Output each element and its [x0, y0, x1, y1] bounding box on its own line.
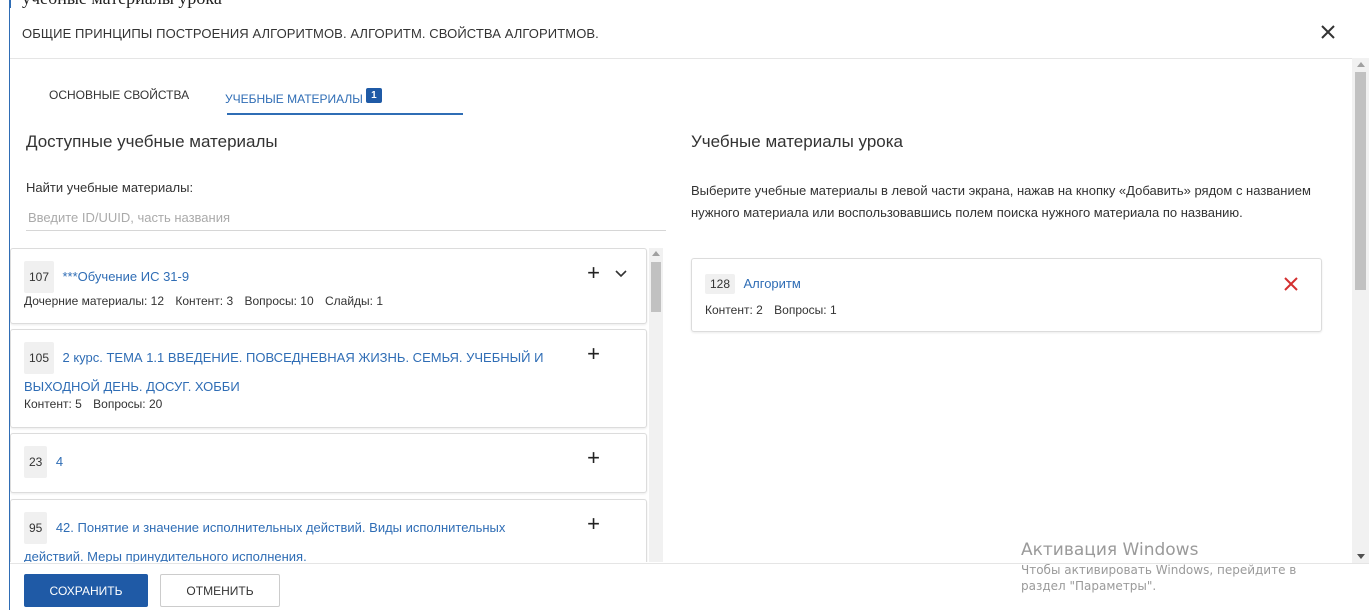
item-header: 23 4 [24, 446, 544, 478]
materials-dialog: ОБЩИЕ ПРИНЦИПЫ ПОСТРОЕНИЯ АЛГОРИТМОВ. АЛ… [10, 8, 1369, 611]
windows-activation-watermark: Активация Windows Чтобы активировать Win… [1021, 538, 1296, 594]
item-id: 95 [24, 512, 48, 544]
dialog-scrollbar[interactable] [1352, 58, 1369, 563]
stat-questions: Вопросы: 1 [774, 303, 837, 317]
lesson-materials-title: Учебные материалы урока [691, 132, 904, 151]
stat-content: Контент: 2 [705, 303, 763, 317]
active-tab-indicator [227, 113, 463, 115]
tab-label: ОСНОВНЫЕ СВОЙСТВА [49, 88, 190, 102]
tab-count-badge: 1 [365, 88, 382, 103]
tab-label: УЧЕБНЫЕ МАТЕРИАЛЫ [225, 92, 363, 106]
watermark-title: Активация Windows [1021, 540, 1199, 560]
search-input[interactable] [26, 204, 666, 231]
cancel-button[interactable]: ОТМЕНИТЬ [160, 574, 280, 607]
stat-content: Контент: 5 [24, 397, 82, 411]
item-title-link[interactable]: 42. Понятие и значение исполнительных де… [24, 520, 505, 562]
save-button[interactable]: СОХРАНИТЬ [24, 574, 148, 607]
stat-slides: Слайды: 1 [325, 294, 384, 308]
scroll-up-arrow-icon[interactable] [1357, 62, 1365, 67]
tab-learning-materials[interactable]: УЧЕБНЫЕ МАТЕРИАЛЫ 1 [225, 88, 382, 106]
item-id: 23 [24, 446, 48, 478]
list-scrollbar[interactable] [649, 248, 663, 562]
add-plus-icon[interactable]: + [587, 343, 600, 365]
list-item: 105 2 курс. ТЕМА 1.1 ВВЕДЕНИЕ. ПОВСЕДНЕВ… [10, 329, 647, 428]
tab-main-properties[interactable]: ОСНОВНЫЕ СВОЙСТВА [49, 88, 189, 102]
watermark-line-1: Чтобы активировать Windows, перейдите в [1021, 563, 1297, 577]
remove-icon[interactable] [1283, 276, 1299, 292]
dialog-title: ОБЩИЕ ПРИНЦИПЫ ПОСТРОЕНИЯ АЛГОРИТМОВ. АЛ… [22, 26, 599, 41]
list-item: 107 ***Обучение ИС 31-9 Дочерние материа… [10, 248, 647, 324]
item-header: 105 2 курс. ТЕМА 1.1 ВВЕДЕНИЕ. ПОВСЕДНЕВ… [24, 342, 544, 400]
item-header: 95 42. Понятие и значение исполнительных… [24, 512, 544, 562]
close-icon[interactable] [1318, 22, 1338, 42]
background-text-sliver: учебные материалы урока [22, 0, 422, 8]
scroll-up-arrow-icon[interactable] [652, 251, 660, 256]
item-title-link[interactable]: 2 курс. ТЕМА 1.1 ВВЕДЕНИЕ. ПОВСЕДНЕВНАЯ … [24, 350, 543, 394]
available-materials-title: Доступные учебные материалы [26, 132, 278, 151]
add-plus-icon[interactable]: + [587, 262, 600, 284]
item-title-link[interactable]: ***Обучение ИС 31-9 [62, 269, 189, 284]
item-stats: Контент: 2 Вопросы: 1 [705, 303, 845, 317]
scrollbar-thumb[interactable] [651, 262, 661, 312]
scrollbar-thumb[interactable] [1355, 72, 1366, 290]
stat-questions: Вопросы: 10 [244, 294, 314, 308]
dialog-header: ОБЩИЕ ПРИНЦИПЫ ПОСТРОЕНИЯ АЛГОРИТМОВ. АЛ… [10, 8, 1352, 59]
add-plus-icon[interactable]: + [587, 447, 600, 469]
item-stats: Дочерние материалы: 12 Контент: 3 Вопрос… [24, 294, 391, 308]
list-item: 95 42. Понятие и значение исполнительных… [10, 499, 647, 562]
item-id: 128 [705, 274, 736, 294]
scroll-down-arrow-icon[interactable] [1357, 554, 1365, 559]
chevron-down-icon[interactable] [614, 263, 628, 283]
stat-questions: Вопросы: 20 [93, 397, 163, 411]
item-header: 128 Алгоритм [705, 271, 801, 297]
stat-children: Дочерние материалы: 12 [24, 294, 164, 308]
available-materials-list: 107 ***Обучение ИС 31-9 Дочерние материа… [10, 248, 660, 562]
stat-content: Контент: 3 [175, 294, 234, 308]
item-header: 107 ***Обучение ИС 31-9 [24, 261, 544, 293]
lesson-instructions: Выберите учебные материалы в левой части… [691, 183, 1311, 220]
item-title-link[interactable]: Алгоритм [743, 276, 800, 291]
add-plus-icon[interactable]: + [587, 513, 600, 535]
item-stats: Контент: 5 Вопросы: 20 [24, 397, 170, 411]
lesson-material-item: 128 Алгоритм Контент: 2 Вопросы: 1 [691, 258, 1322, 332]
item-id: 107 [24, 261, 55, 293]
list-item: 23 4 + [10, 433, 647, 493]
search-label: Найти учебные материалы: [26, 180, 194, 195]
item-id: 105 [24, 342, 55, 374]
watermark-line-2: раздел "Параметры". [1021, 579, 1157, 593]
item-title-link[interactable]: 4 [56, 454, 63, 469]
